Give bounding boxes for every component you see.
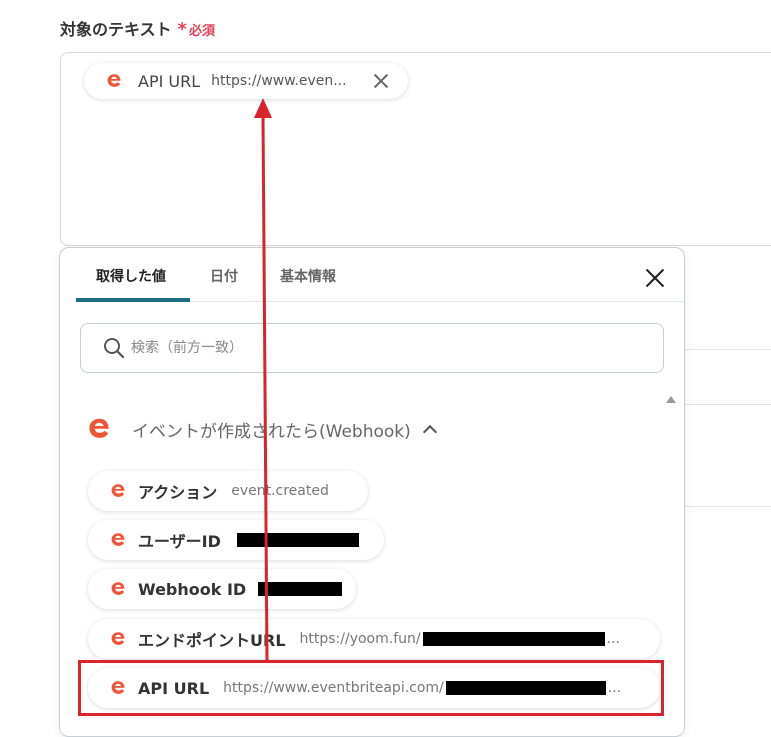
annotation-arrow xyxy=(254,98,272,663)
